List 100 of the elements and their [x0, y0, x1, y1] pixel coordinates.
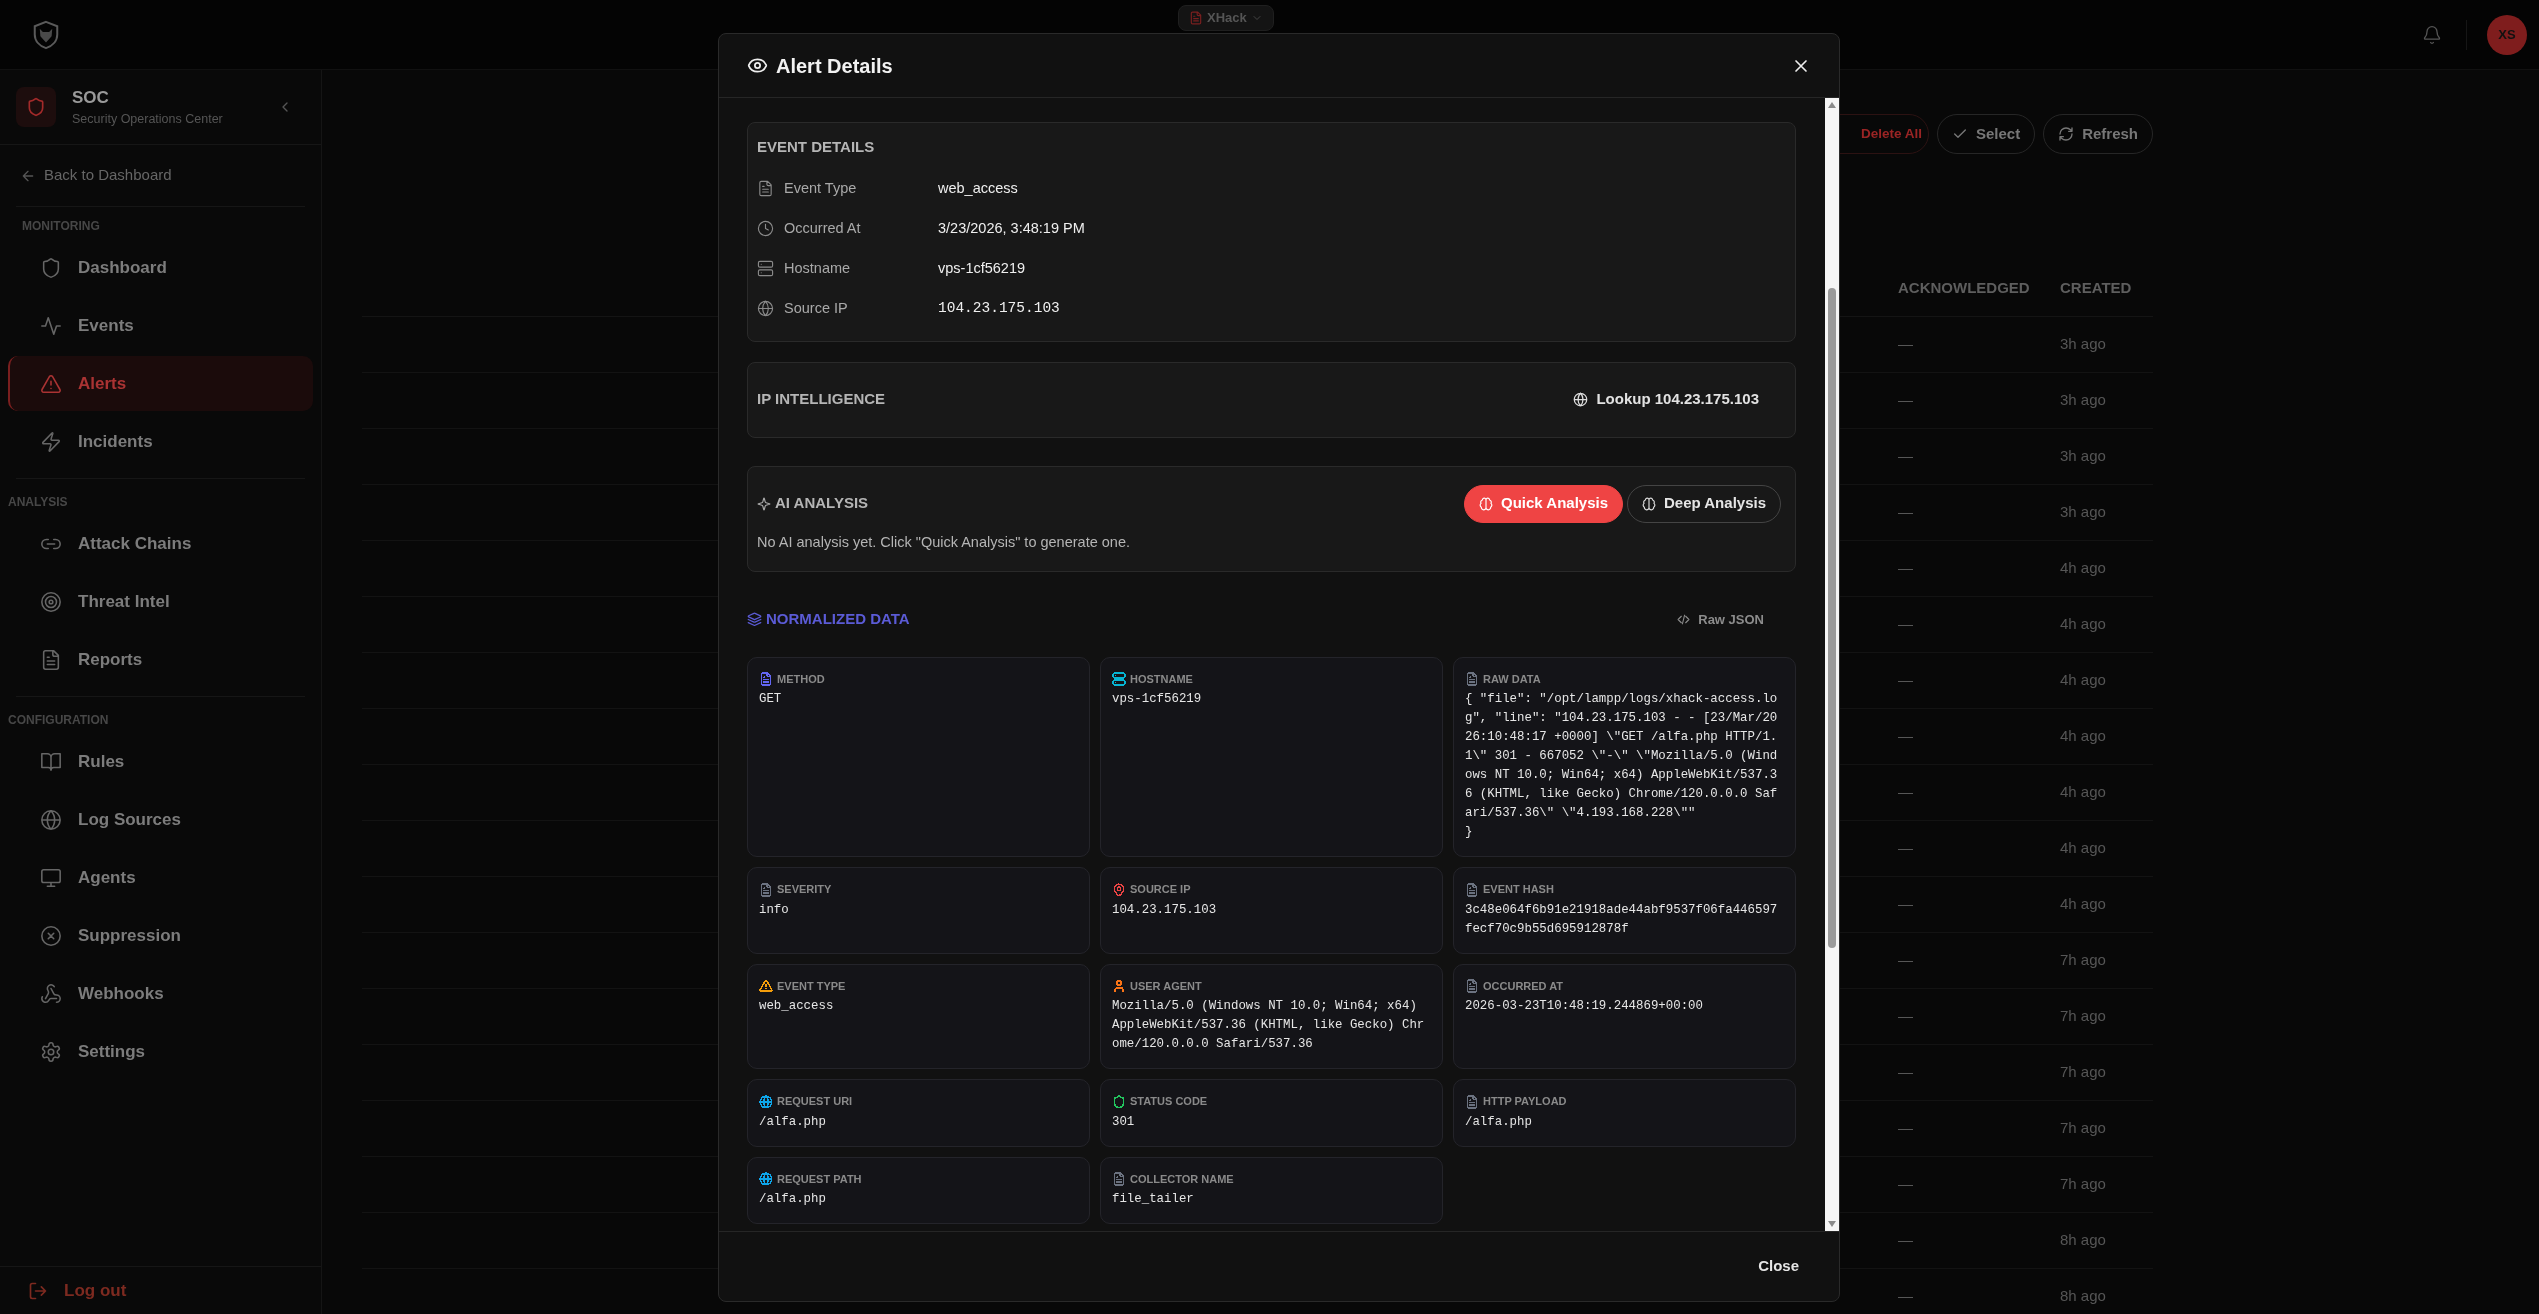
nav-icon [40, 590, 62, 613]
table-cell: 3h ago [2060, 390, 2106, 408]
section-title: NORMALIZED DATA [766, 609, 910, 630]
field-value: file_tailer [1112, 1191, 1195, 1209]
table-cell: 8h ago [2060, 1230, 2106, 1248]
field-label: Source IP [784, 298, 849, 318]
field-label: EVENT HASH [1483, 882, 1554, 898]
brain-icon [1642, 496, 1656, 511]
nav-icon [40, 372, 62, 395]
sidebar-item[interactable]: Reports [8, 632, 313, 687]
document-icon [757, 180, 774, 197]
section-heading: MONITORING [22, 218, 101, 235]
scrollbar[interactable] [1825, 98, 1839, 1231]
table-cell: — [1898, 1230, 1913, 1248]
field-label: Event Type [784, 178, 858, 198]
sidebar-item[interactable]: Settings [8, 1024, 313, 1079]
field-value: /alfa.php [759, 1191, 827, 1209]
column-header: CREATED [2060, 278, 2132, 296]
workspace-selector[interactable]: XHack [1178, 5, 1274, 31]
column-header: ACKNOWLEDGED [1898, 278, 2030, 296]
quick-analysis-button[interactable]: Quick Analysis [1464, 484, 1623, 523]
field-label: SEVERITY [777, 882, 832, 898]
field-value: 3/23/2026, 3:48:19 PM [938, 218, 1085, 238]
table-cell: 8h ago [2060, 1286, 2106, 1304]
field-value: 104.23.175.103 [1112, 901, 1218, 919]
table-cell: 4h ago [2060, 614, 2106, 632]
table-cell: 3h ago [2060, 446, 2106, 464]
table-cell: — [1898, 838, 1913, 856]
table-cell: 4h ago [2060, 782, 2106, 800]
field-label: Occurred At [784, 218, 862, 238]
table-cell: — [1898, 782, 1913, 800]
table-cell: 7h ago [2060, 1118, 2106, 1136]
table-cell: — [1898, 1006, 1913, 1024]
field-value: web_access [759, 998, 835, 1016]
sidebar-item[interactable]: Suppression [8, 908, 313, 963]
nav-icon [40, 924, 62, 947]
layers-icon [747, 612, 762, 627]
field-label: COLLECTOR NAME [1130, 1171, 1234, 1187]
table-cell: 7h ago [2060, 1062, 2106, 1080]
field-value: GET [759, 691, 783, 709]
field-label: REQUEST URI [777, 1094, 853, 1110]
nav-icon [40, 648, 62, 671]
sidebar-item[interactable]: Incidents [8, 414, 313, 469]
server-icon [757, 260, 774, 277]
table-cell: 7h ago [2060, 1006, 2106, 1024]
table-cell: 3h ago [2060, 502, 2106, 520]
field-label: HOSTNAME [1130, 671, 1193, 687]
notification-bell-icon[interactable] [2422, 24, 2442, 45]
table-cell: 7h ago [2060, 1174, 2106, 1192]
back-link[interactable]: Back to Dashboard [16, 145, 305, 207]
table-cell: — [1898, 1118, 1913, 1136]
sidebar-item[interactable]: Rules [8, 734, 313, 789]
field-value: 104.23.175.103 [938, 298, 1060, 318]
clock-icon [757, 220, 774, 237]
lookup-button[interactable]: Lookup 104.23.175.103 [1567, 387, 1765, 412]
table-cell: — [1898, 334, 1913, 352]
raw-json-button[interactable]: Raw JSON [1671, 608, 1770, 631]
sidebar-item[interactable]: Agents [8, 850, 313, 905]
table-cell: — [1898, 614, 1913, 632]
nav-icon [40, 430, 62, 453]
field-label: SOURCE IP [1130, 882, 1191, 898]
table-cell: 4h ago [2060, 558, 2106, 576]
table-cell: — [1898, 446, 1913, 464]
table-cell: — [1898, 1174, 1913, 1192]
ai-analysis-message: No AI analysis yet. Click "Quick Analysis" to generate one. [757, 532, 1131, 552]
sidebar-item[interactable]: Log Sources [8, 792, 313, 847]
card-title: EVENT DETAILS [757, 137, 876, 157]
table-cell: 4h ago [2060, 670, 2106, 688]
logout-icon [28, 1280, 48, 1301]
sidebar-item[interactable]: Webhooks [8, 966, 313, 1021]
close-button[interactable]: Close [1752, 1254, 1805, 1279]
table-cell: — [1898, 390, 1913, 408]
field-value: info [759, 901, 790, 919]
sidebar-item[interactable]: Attack Chains [8, 516, 313, 571]
sparkle-icon [757, 496, 771, 511]
globe-icon [1573, 392, 1589, 407]
dialog-title: Alert Details [776, 53, 893, 79]
sidebar-item[interactable]: Alerts [8, 356, 313, 411]
table-cell: 7h ago [2060, 950, 2106, 968]
nav-icon [40, 750, 62, 773]
sidebar-item[interactable]: Dashboard [8, 240, 313, 295]
field-value: { "file": "/opt/lampp/logs/xhack-access.log", "line": "104.23.175.103 - - [23/Mar/2026:10:48:17 +0000] \"GET /alfa.php HTTP/1.1\" 301 - 667052 \"-\" \"Mozilla/5.0 (Windows NT 10.0; Win64; x64) AppleWebKit/537.36 (KHTML, like Gecko) Chrome/120.0.0.0 Safari/537.36\" \"4.193.168.228\"" } [1465, 691, 1779, 842]
table-cell: — [1898, 1062, 1913, 1080]
field-value: 2026-03-23T10:48:19.244869+00:00 [1465, 998, 1704, 1016]
field-value: web_access [938, 178, 1018, 198]
shield-icon [26, 97, 46, 117]
nav-icon [40, 808, 62, 831]
field-label: STATUS CODE [1130, 1094, 1208, 1110]
field-value: /alfa.php [759, 1113, 827, 1131]
sidebar-item[interactable]: Threat Intel [8, 574, 313, 629]
nav-icon [40, 256, 62, 279]
shield-logo[interactable] [31, 19, 61, 50]
field-value: 301 [1112, 1113, 1136, 1131]
field-value: vps-1cf56219 [1112, 691, 1203, 709]
sidebar-item[interactable]: Events [8, 298, 313, 353]
field-label: HTTP PAYLOAD [1483, 1094, 1567, 1110]
table-cell: — [1898, 502, 1913, 520]
field-label: OCCURRED AT [1483, 978, 1564, 994]
document-icon [1189, 11, 1203, 25]
table-cell: — [1898, 558, 1913, 576]
